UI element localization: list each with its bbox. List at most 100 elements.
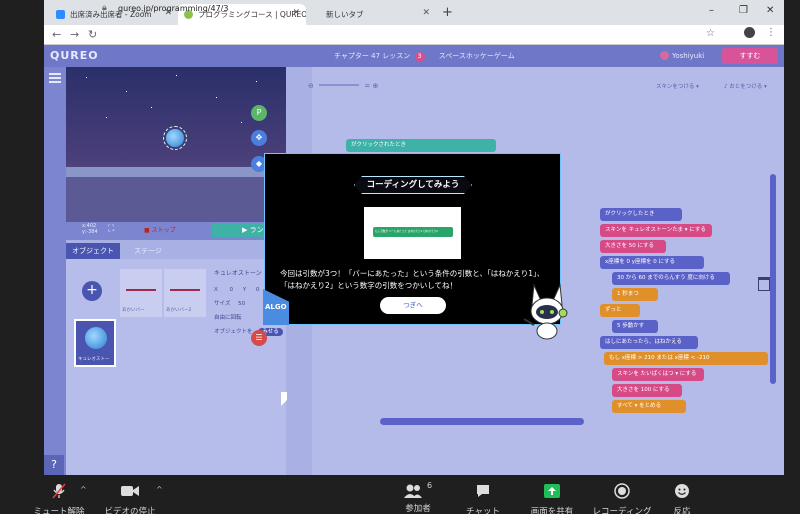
close-tab-icon[interactable]: ✕	[292, 8, 300, 18]
example-code-block: もし引数が バーにあたった はねかえり1 はねかえり2	[373, 227, 453, 237]
chat-label: チャット	[466, 507, 500, 514]
visible-label: オブジェクトを	[214, 329, 253, 335]
coord-y: y:-384	[82, 229, 98, 235]
code-block[interactable]: 5 歩動かす	[612, 320, 658, 333]
fullscreen-icon[interactable]: ⛶	[108, 224, 114, 234]
y-label: Y	[242, 287, 247, 293]
record-label: レコーディング	[592, 507, 652, 514]
code-block[interactable]: 大きさを 50 にする	[600, 240, 666, 253]
next-step-button[interactable]: つぎへ	[380, 297, 446, 314]
mute-button[interactable]: ミュート解除	[32, 483, 86, 514]
robot-mascot-icon	[523, 283, 568, 340]
y-value[interactable]: 0	[256, 287, 260, 293]
x-label: X	[214, 287, 218, 293]
asset-label: あかいバー2	[166, 308, 192, 313]
hamburger-menu-icon[interactable]	[49, 73, 61, 83]
ball-sprite[interactable]	[163, 126, 187, 150]
code-block[interactable]: スキンを たいばくはつ ▾ にする	[612, 368, 704, 381]
chat-button[interactable]: チャット	[462, 483, 504, 514]
zoom-reset-icon[interactable]: =	[364, 82, 370, 90]
share-screen-button[interactable]: 画面を共有	[524, 483, 580, 514]
lesson-name: スペースホッケーゲーム	[438, 52, 515, 60]
mouse-cursor	[281, 392, 287, 406]
code-block[interactable]: 1 秒まつ	[612, 288, 658, 301]
code-block[interactable]: がクリックしたとき	[600, 208, 682, 221]
reaction-button[interactable]: 反応	[662, 483, 702, 514]
size-value[interactable]: 50	[238, 301, 245, 307]
menu-dots-icon[interactable]: ⋮	[766, 27, 776, 38]
zoom-out-icon[interactable]: ⊖	[308, 82, 314, 90]
code-block[interactable]: スキンを キュレオストーンたま ▾ にする	[600, 224, 712, 237]
qureo-logo: QUREO	[50, 49, 99, 62]
tab-stage[interactable]: ステージ	[128, 243, 168, 259]
user-info: Yoshiyuki	[660, 51, 704, 60]
object-tabs: オブジェクト ステージ	[66, 243, 286, 259]
minimize-button[interactable]: –	[709, 5, 714, 16]
chevron-up-icon[interactable]: ^	[156, 485, 163, 494]
x-value[interactable]: 0	[230, 287, 234, 293]
close-window-button[interactable]: ✕	[766, 5, 774, 16]
reload-icon[interactable]: ↻	[88, 28, 97, 41]
character-thumbnail	[85, 327, 107, 349]
url-field[interactable]: qureo.jp/programming/47/3	[118, 4, 228, 13]
trash-icon[interactable]	[758, 277, 770, 291]
vertical-scrollbar[interactable]	[770, 174, 776, 384]
reaction-label: 反応	[673, 507, 691, 514]
tool-flag-icon[interactable]: P	[251, 105, 267, 121]
asset-red-bar-2[interactable]: あかいバー2	[164, 269, 206, 317]
lesson-number-badge: 3	[414, 52, 425, 62]
game-stage[interactable]	[66, 67, 286, 222]
new-tab-button[interactable]: +	[442, 5, 453, 20]
tab-object[interactable]: オブジェクト	[66, 243, 120, 259]
run-label: ラン	[249, 226, 264, 234]
modal-title: コーディングしてみよう	[354, 176, 472, 194]
share-screen-icon	[544, 484, 560, 498]
code-block[interactable]: ずっと	[600, 304, 640, 317]
code-block[interactable]: x座標を 0 y座標を 0 にする	[600, 256, 704, 269]
add-sound-dropdown[interactable]: ♪ おとをつける ▾	[724, 82, 767, 90]
record-button[interactable]: レコーディング	[592, 483, 652, 514]
zoom-controls: ⊖ = ⊕	[308, 82, 378, 90]
code-block[interactable]: もし x座標 > 210 または x座標 < -210	[604, 352, 768, 365]
lesson-title: チャプター 47 レッスン 3 スペースホッケーゲーム	[334, 51, 515, 62]
tool-move-icon[interactable]: ✥	[251, 130, 267, 146]
close-tab-icon[interactable]: ✕	[422, 8, 430, 18]
zoom-in-icon[interactable]: ⊕	[372, 82, 378, 90]
app-header: QUREO チャプター 47 レッスン 3 スペースホッケーゲーム Yoshiy…	[44, 45, 784, 67]
stage-ground	[66, 177, 286, 222]
add-object-button[interactable]: +	[82, 281, 102, 301]
add-skin-dropdown[interactable]: スキンをつける ▾	[656, 82, 699, 90]
forward-arrow-icon[interactable]: →	[70, 28, 79, 41]
code-block-top[interactable]: がクリックされたとき	[346, 139, 496, 152]
user-name: Yoshiyuki	[672, 52, 705, 60]
tool-list-icon[interactable]: ☰	[251, 330, 267, 346]
participants-icon	[404, 484, 422, 498]
tab-label: 新しいタブ	[326, 10, 364, 19]
video-icon	[121, 486, 139, 496]
code-block[interactable]: すべて ▾ をとめる	[612, 400, 686, 413]
next-button[interactable]: すすむ	[722, 48, 778, 64]
character-card[interactable]: キュレオストー	[74, 319, 116, 367]
asset-red-bar[interactable]: あかいバー	[120, 269, 162, 317]
star-icon[interactable]: ☆	[706, 28, 715, 39]
lock-icon: 🔒︎	[102, 3, 107, 13]
modal-example-image: もし引数が バーにあたった はねかえり1 はねかえり2	[364, 207, 461, 259]
help-button[interactable]: ?	[44, 455, 64, 475]
character-label: キュレオストー	[78, 357, 110, 362]
code-block[interactable]: 30 から 60 までのらんすう 度に向ける	[612, 272, 730, 285]
zoom-favicon-icon	[56, 10, 65, 19]
horizontal-scrollbar[interactable]	[380, 418, 584, 425]
stop-button[interactable]: ■ ストップ	[144, 225, 176, 234]
profile-icon[interactable]	[744, 27, 755, 38]
stop-video-button[interactable]: ビデオの停止	[102, 483, 158, 514]
participants-button[interactable]: 6 参加者	[396, 481, 440, 514]
back-arrow-icon[interactable]: ←	[52, 28, 61, 41]
code-block[interactable]: 大きさを 100 にする	[612, 384, 682, 397]
code-block[interactable]: はしにあたったら、はねかえる	[600, 336, 698, 349]
record-icon	[614, 483, 630, 499]
maximize-button[interactable]: ❐	[739, 5, 748, 16]
left-sidebar	[44, 67, 66, 475]
chevron-up-icon[interactable]: ^	[80, 485, 87, 494]
tab-new[interactable]: 新しいタブ ✕	[306, 4, 436, 25]
address-bar: ← → ↻	[44, 25, 784, 45]
